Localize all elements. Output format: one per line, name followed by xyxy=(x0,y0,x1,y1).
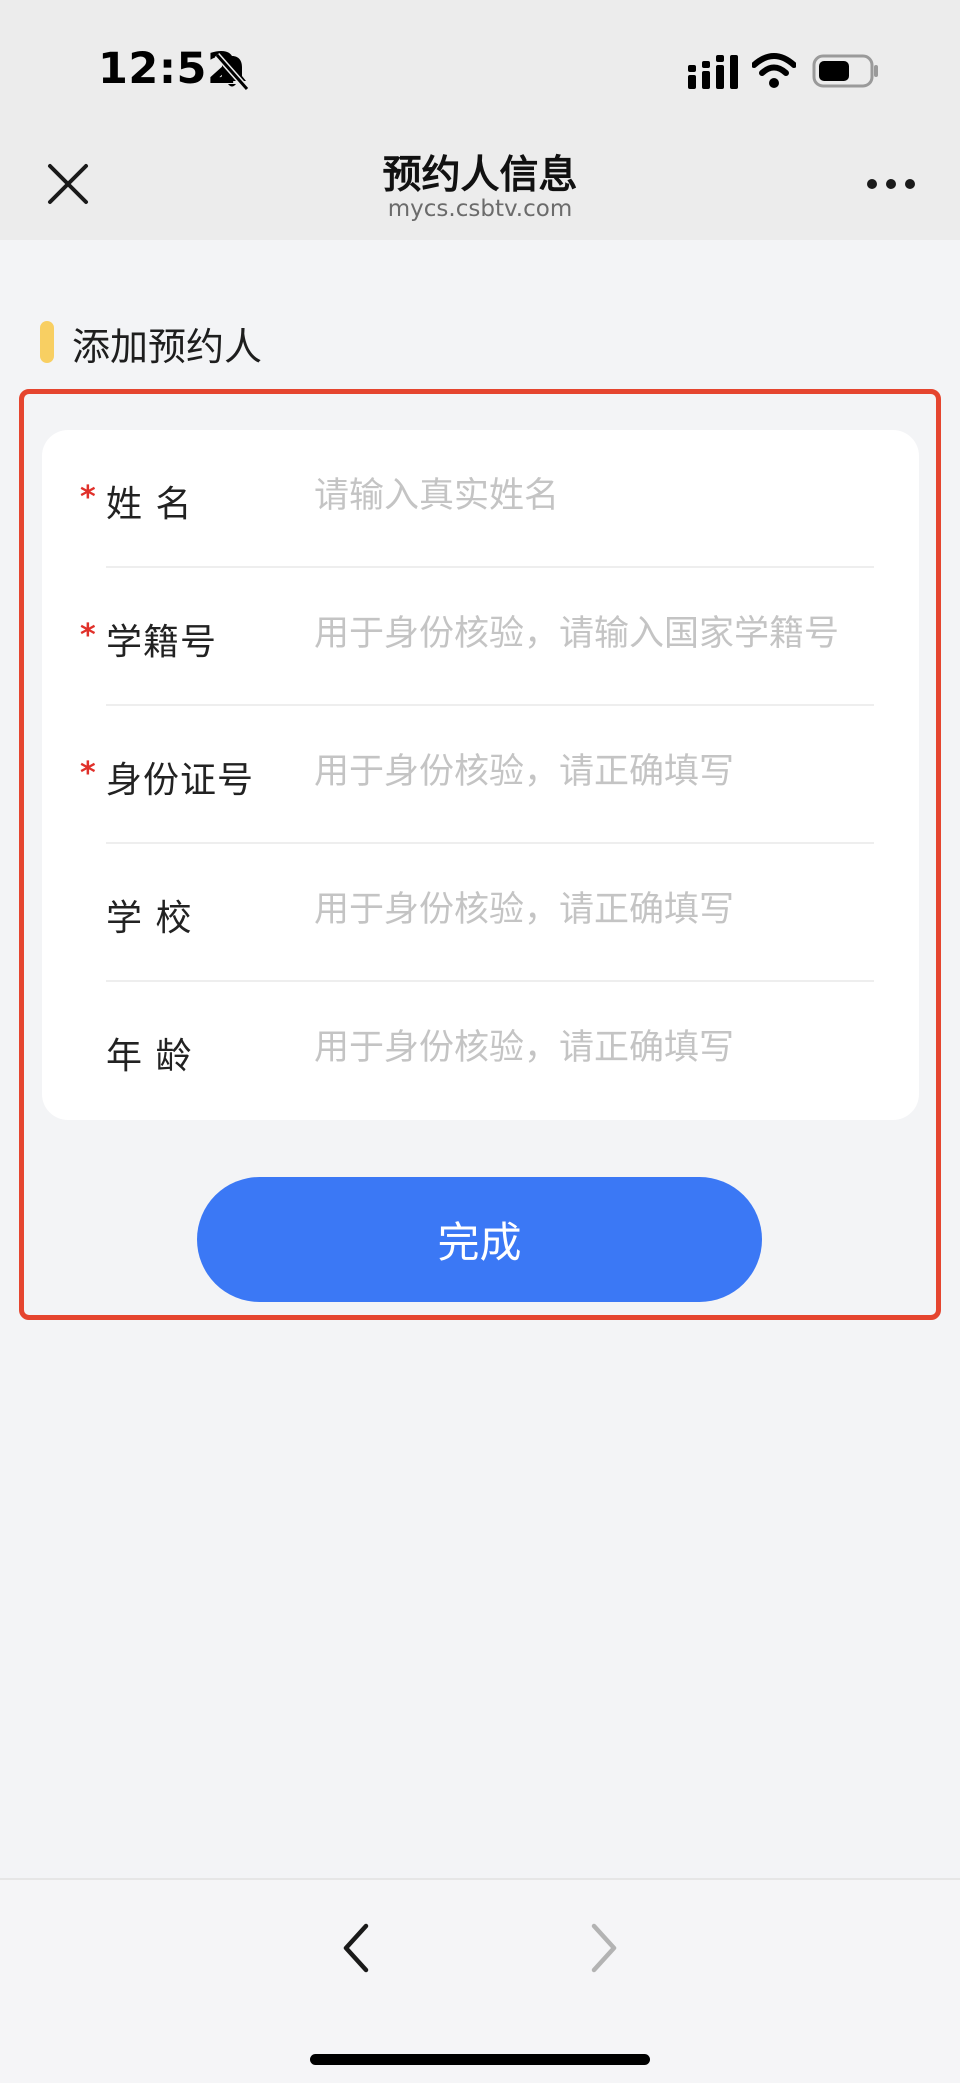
wifi-icon xyxy=(752,53,796,88)
battery-icon xyxy=(812,54,878,88)
status-bar: 12:52 xyxy=(0,0,960,126)
bottom-toolbar xyxy=(0,1878,960,2083)
section-title: 添加预约人 xyxy=(72,325,263,369)
section-marker xyxy=(40,321,54,363)
highlight-frame xyxy=(19,389,941,1320)
bell-slash-icon xyxy=(214,53,250,91)
page-domain: mycs.csbtv.com xyxy=(387,196,573,222)
page-title: 预约人信息 xyxy=(382,153,578,198)
chevron-right-icon[interactable] xyxy=(584,1918,624,1978)
home-indicator xyxy=(310,2054,650,2065)
more-icon[interactable] xyxy=(866,172,916,196)
nav-bar: 预约人信息 mycs.csbtv.com xyxy=(0,126,960,240)
chevron-left-icon[interactable] xyxy=(336,1918,376,1978)
signal-icon xyxy=(688,55,738,89)
